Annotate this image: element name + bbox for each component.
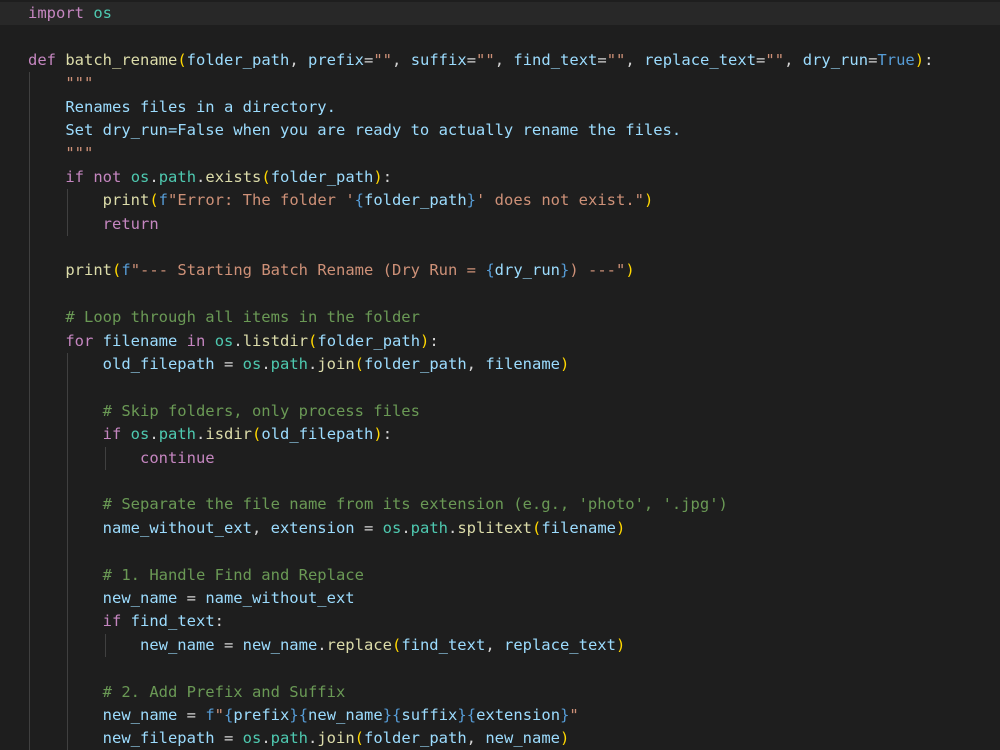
code-line[interactable]: Renames files in a directory. <box>28 96 336 119</box>
code-line[interactable]: if not os.path.exists(folder_path): <box>28 166 392 189</box>
code-line[interactable]: new_filepath = os.path.join(folder_path,… <box>28 727 570 750</box>
code-line[interactable]: # Loop through all items in the folder <box>28 306 420 329</box>
indent-guide <box>104 446 106 470</box>
indent-guide <box>29 72 30 750</box>
code-line[interactable]: old_filepath = os.path.join(folder_path,… <box>28 353 570 376</box>
code-line[interactable]: for filename in os.listdir(folder_path): <box>28 330 438 353</box>
code-line[interactable]: # Skip folders, only process files <box>28 400 420 423</box>
code-line[interactable]: """ <box>28 72 93 95</box>
indent-guide <box>104 633 106 658</box>
code-line[interactable]: new_name = f"{prefix}{new_name}{suffix}{… <box>28 704 579 727</box>
indent-guide <box>66 189 68 236</box>
code-editor[interactable]: import os def batch_rename(folder_path, p… <box>0 0 1000 750</box>
code-line[interactable]: if os.path.isdir(old_filepath): <box>28 423 392 446</box>
code-line[interactable]: new_name = name_without_ext <box>28 587 355 610</box>
code-line[interactable]: # 1. Handle Find and Replace <box>28 564 364 587</box>
code-line[interactable]: # Separate the file name from its extens… <box>28 493 728 516</box>
code-line[interactable]: name_without_ext, extension = os.path.sp… <box>28 517 626 540</box>
code-line[interactable]: """ <box>28 142 93 165</box>
code-line[interactable]: def batch_rename(folder_path, prefix="",… <box>28 49 933 72</box>
code-line[interactable]: continue <box>28 447 215 470</box>
code-line[interactable]: Set dry_run=False when you are ready to … <box>28 119 681 142</box>
code-line[interactable]: return <box>28 213 159 236</box>
code-line[interactable]: # 2. Add Prefix and Suffix <box>28 681 346 704</box>
code-line[interactable]: import os <box>0 2 1000 26</box>
indent-guide <box>66 353 68 750</box>
code-line[interactable]: new_name = new_name.replace(find_text, r… <box>28 634 625 657</box>
code-line[interactable]: if find_text: <box>28 610 224 633</box>
code-line[interactable]: print(f"--- Starting Batch Rename (Dry R… <box>28 259 634 282</box>
code-line[interactable]: print(f"Error: The folder '{folder_path}… <box>28 189 654 212</box>
